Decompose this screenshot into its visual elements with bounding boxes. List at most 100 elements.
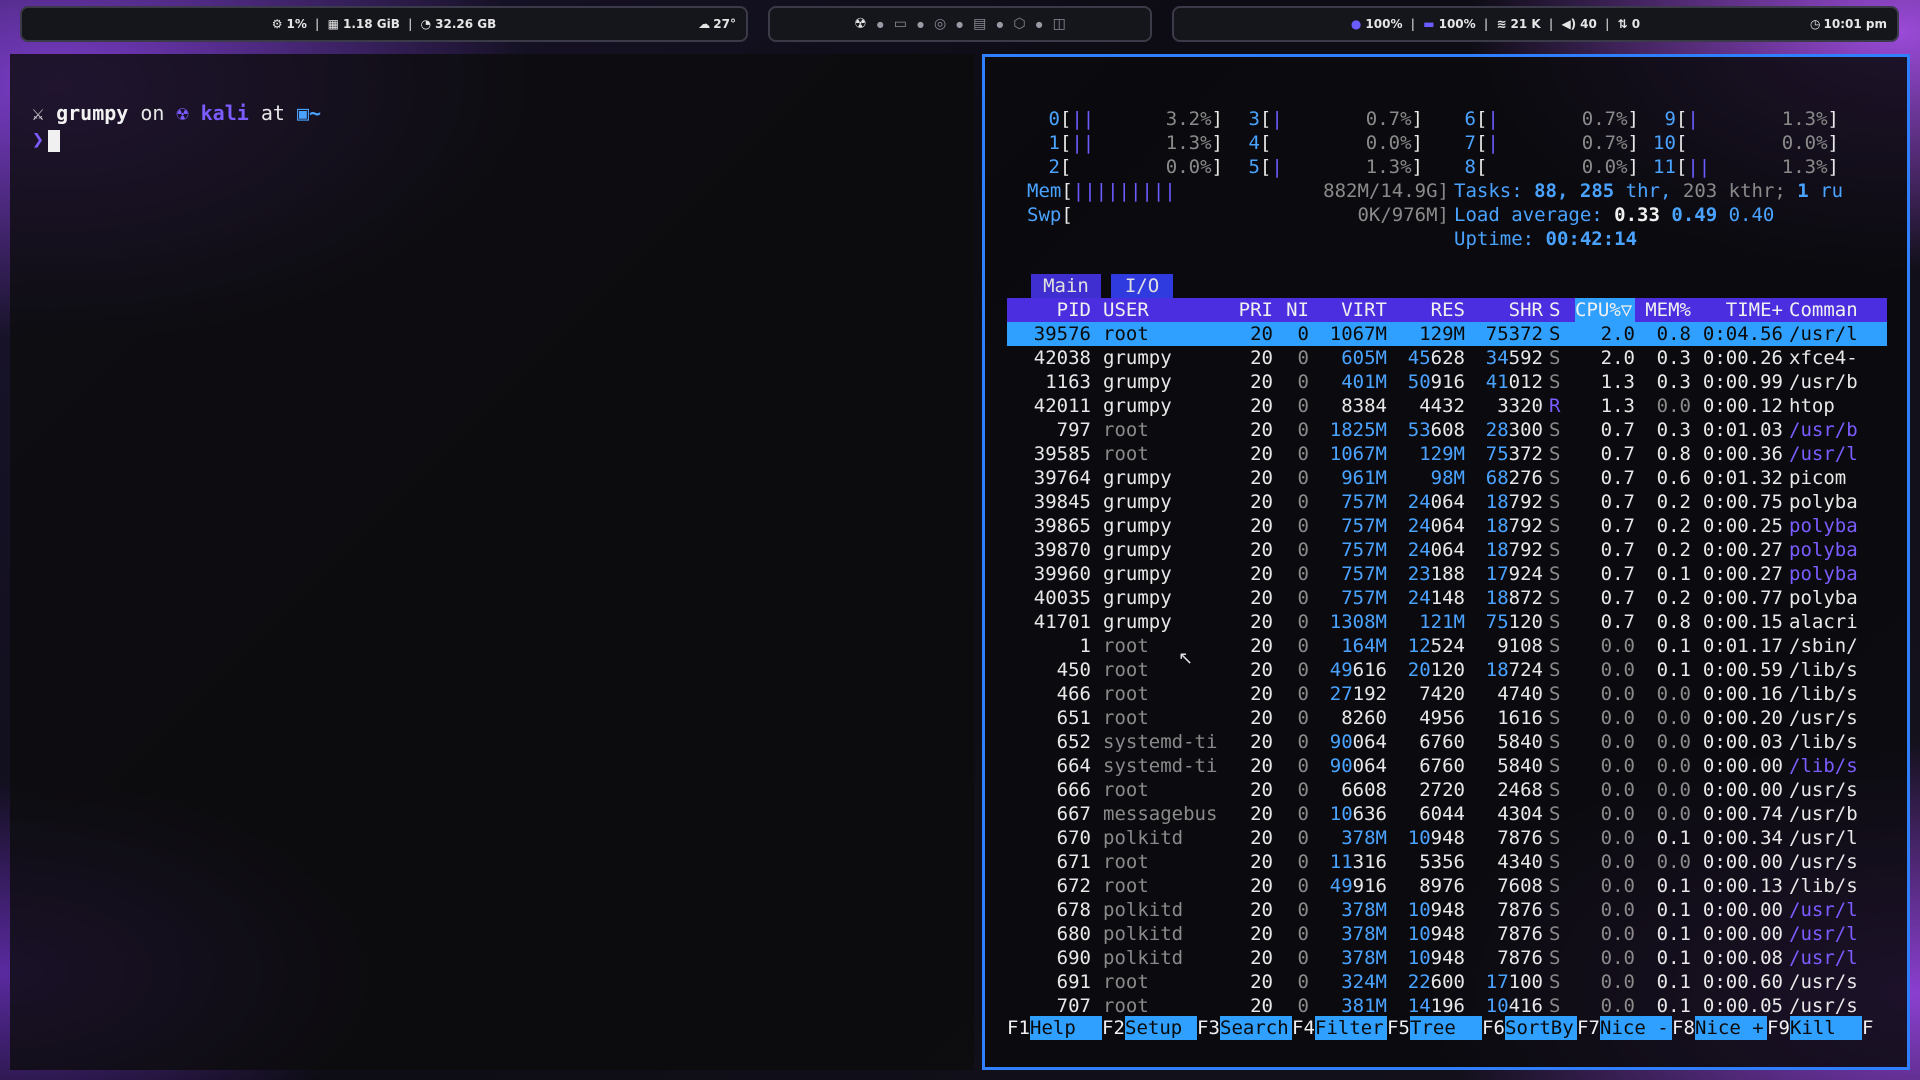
process-row[interactable]: 39870 grumpy 20 0 757M 24064 18792 S 0.7 0.2 0:00.… — [1007, 538, 1887, 562]
htop-window[interactable]: 0[|| 3.2%] 1[|| 1.3%] 2[0.0%] 3[| 0.7%] 4[0… — [982, 54, 1910, 1070]
fkey-label-nice[interactable]: Nice - — [1600, 1016, 1672, 1040]
process-row[interactable]: 39845 grumpy 20 0 757M 24064 18792 S 0.7 0.2 0:00.… — [1007, 490, 1887, 514]
process-row[interactable]: 672 root 20 0 49916 8976 7608 S 0.0 0.1 0:00.13/li… — [1007, 874, 1887, 898]
clock[interactable]: ◷ 10:01 pm — [1810, 17, 1887, 31]
column-header-res[interactable]: RES — [1381, 298, 1465, 322]
process-row[interactable]: 466 root 20 0 27192 7420 4740 S 0.0 0.0 0:00.16/li… — [1007, 682, 1887, 706]
process-row[interactable]: 651 root 20 0 8260 4956 1616 S 0.0 0.0 0:00.20/usr… — [1007, 706, 1887, 730]
fkey-label-filter[interactable]: Filter — [1315, 1016, 1387, 1040]
process-row[interactable]: 39576 root 20 0 1067M 129M 75372 S 2.0 0.8 0:04.56… — [1007, 322, 1887, 346]
terminal-dir-icon: ▣ — [296, 101, 310, 125]
process-row[interactable]: 39585 root 20 0 1067M 129M 75372 S 0.7 0.8 0:00.36… — [1007, 442, 1887, 466]
column-header-mem%[interactable]: MEM% — [1631, 298, 1691, 322]
process-row[interactable]: 652 systemd-ti 20 0 90064 6760 5840 S 0.0 0.0 0:00… — [1007, 730, 1887, 754]
process-cell: 664 — [1056, 755, 1091, 777]
globe-icon[interactable]: ◎ — [934, 16, 946, 32]
process-cell: S — [1549, 707, 1561, 729]
fkey-label-sortby[interactable]: SortBy — [1505, 1016, 1577, 1040]
fkey-label-nice[interactable]: Nice + — [1695, 1016, 1767, 1040]
column-header-ni[interactable]: NI — [1269, 298, 1309, 322]
brightness-icon: ● — [1350, 17, 1362, 31]
process-row[interactable]: 39764 grumpy 20 0 961M 98M 68276 S 0.7 0.6 0:01.32… — [1007, 466, 1887, 490]
process-cell: 0:00.59 — [1702, 659, 1783, 681]
kali-icon[interactable]: ☢ — [854, 16, 867, 32]
process-row[interactable]: 1163 grumpy 20 0 401M 50916 41012 S 1.3 0.3 0:00.9… — [1007, 370, 1887, 394]
process-row[interactable]: 707 root 20 0 381M 14196 10416 S 0.0 0.1 0:00.05/u… — [1007, 994, 1887, 1018]
process-cell: 381M — [1341, 995, 1387, 1017]
process-cell: S — [1549, 611, 1561, 633]
column-header-comman[interactable]: Comman — [1789, 298, 1885, 322]
process-row[interactable]: 39960 grumpy 20 0 757M 23188 17924 S 0.7 0.1 0:00.… — [1007, 562, 1887, 586]
column-header-pid[interactable]: PID — [1007, 298, 1091, 322]
tab-main[interactable]: Main — [1031, 274, 1101, 298]
fkey-label-help[interactable]: Help — [1030, 1016, 1102, 1040]
process-row[interactable]: 678 polkitd 20 0 378M 10948 7876 S 0.0 0.1 0:00.00… — [1007, 898, 1887, 922]
column-header-virt[interactable]: VIRT — [1305, 298, 1387, 322]
process-cell: 20 — [1250, 371, 1273, 393]
process-row[interactable]: 680 polkitd 20 0 378M 10948 7876 S 0.0 0.1 0:00.00… — [1007, 922, 1887, 946]
process-cell: 0.0 — [1600, 707, 1635, 729]
input-line[interactable]: ❯ — [32, 126, 61, 152]
folder-icon[interactable]: ▭ — [894, 16, 907, 32]
process-row[interactable]: 450 root 20 0 49616 20120 18724 S 0.0 0.1 0:00.59 /… — [1007, 658, 1887, 682]
process-cell: 20 — [1250, 683, 1273, 705]
cpu-percent-6: 0.7%] — [1581, 108, 1639, 130]
process-cell: 0.0 — [1600, 899, 1635, 921]
process-row[interactable]: 666 root 20 0 6608 2720 2468 S 0.0 0.0 0:00.00/usr… — [1007, 778, 1887, 802]
column-header-s[interactable]: S — [1549, 298, 1569, 322]
column-header-time+[interactable]: TIME+ — [1687, 298, 1783, 322]
fkey-label-tree[interactable]: Tree — [1410, 1016, 1482, 1040]
process-cell: 0.3 — [1656, 347, 1691, 369]
process-cell: 8260 — [1341, 707, 1387, 729]
process-cell: 0.0 — [1600, 779, 1635, 801]
fkey-label-search[interactable]: Search — [1220, 1016, 1292, 1040]
process-cell: 1308M — [1329, 611, 1387, 633]
tab-io[interactable]: I/O — [1111, 274, 1173, 298]
process-row[interactable]: 670 polkitd 20 0 378M 10948 7876 S 0.0 0.1 0:00.34… — [1007, 826, 1887, 850]
process-row[interactable]: 664 systemd-ti 20 0 90064 6760 5840 S 0.0 0.0 0:00… — [1007, 754, 1887, 778]
process-cell: S — [1549, 827, 1561, 849]
chat-icon[interactable]: ▤ — [973, 16, 986, 32]
status-pill-right: ● 100% | ▬ 100% | ≋ 21 K | ◀) 40 | ⇅ 0 ◷ 10:01… — [1172, 6, 1899, 42]
process-row[interactable]: 797 root 20 0 1825M 53608 28300 S 0.7 0.3 0:01.03 /… — [1007, 418, 1887, 442]
process-cell: 797 — [1056, 419, 1091, 441]
process-cell: grumpy — [1103, 395, 1172, 417]
column-header-cpu%[interactable]: CPU%▽ — [1575, 298, 1635, 322]
process-row[interactable]: 40035 grumpy 20 0 757M 24148 18872 S 0.7 0.2 0:00.… — [1007, 586, 1887, 610]
process-cell: 4304 — [1497, 803, 1543, 825]
process-row[interactable]: 1 root 20 0 164M 12524 9108 S 0.0 0.1 0:01.17/sbin… — [1007, 634, 1887, 658]
process-row[interactable]: 42011 grumpy 20 0 8384 4432 3320 R 1.3 0.0 0:00.12… — [1007, 394, 1887, 418]
cpu-icon: ⚙ — [271, 17, 283, 31]
volume-level[interactable]: 40 — [1580, 17, 1597, 31]
process-cell: 39585 — [1033, 443, 1091, 465]
process-row[interactable]: 691 root 20 0 324M 22600 17100 S 0.0 0.1 0:00.60/u… — [1007, 970, 1887, 994]
cube-icon[interactable]: ⬡ — [1013, 16, 1025, 32]
process-cell: 0.0 — [1600, 995, 1635, 1017]
process-cell: 0 — [1297, 707, 1309, 729]
column-header-pri[interactable]: PRI — [1217, 298, 1273, 322]
process-cell: 121M — [1419, 611, 1465, 633]
process-cell: 0 — [1297, 683, 1309, 705]
column-header-shr[interactable]: SHR — [1459, 298, 1543, 322]
column-header-user[interactable]: USER — [1103, 298, 1233, 322]
process-cell: 757M — [1341, 491, 1387, 513]
process-cell: 0.7 — [1600, 587, 1635, 609]
shell-prompt: ⚔ grumpy on ☢ kali at ▣~ — [32, 100, 321, 126]
process-cell: grumpy — [1103, 563, 1172, 585]
weather-widget[interactable]: ☁ 27° — [698, 17, 736, 31]
process-cell: 7876 — [1497, 827, 1543, 849]
process-row[interactable]: 690 polkitd 20 0 378M 10948 7876 S 0.0 0.1 0:00.08… — [1007, 946, 1887, 970]
process-row[interactable]: 41701 grumpy 20 0 1308M 121M 75120 S 0.7 0.8 0:00.… — [1007, 610, 1887, 634]
process-row[interactable]: 667 messagebus 20 0 10636 6044 4304 S 0.0 0.0 0:00… — [1007, 802, 1887, 826]
process-cell: 7420 — [1419, 683, 1465, 705]
process-row[interactable]: 671 root 20 0 11316 5356 4340 S 0.0 0.0 0:00.00/us… — [1007, 850, 1887, 874]
fkey-label-kill[interactable]: Kill — [1790, 1016, 1862, 1040]
process-cell: 378M — [1341, 923, 1387, 945]
fkey-label-setup[interactable]: Setup — [1125, 1016, 1197, 1040]
process-cell: 672 — [1056, 875, 1091, 897]
process-row[interactable]: 39865 grumpy 20 0 757M 24064 18792 S 0.7 0.2 0:00.… — [1007, 514, 1887, 538]
gamepad-icon[interactable]: ◫ — [1053, 16, 1066, 32]
process-row[interactable]: 42038 grumpy 20 0 605M 45628 34592 S 2.0 0.3 0:00.… — [1007, 346, 1887, 370]
terminal-window-left[interactable]: ⚔ grumpy on ☢ kali at ▣~ ❯ — [10, 54, 974, 1070]
process-cell: 18872 — [1485, 587, 1543, 609]
